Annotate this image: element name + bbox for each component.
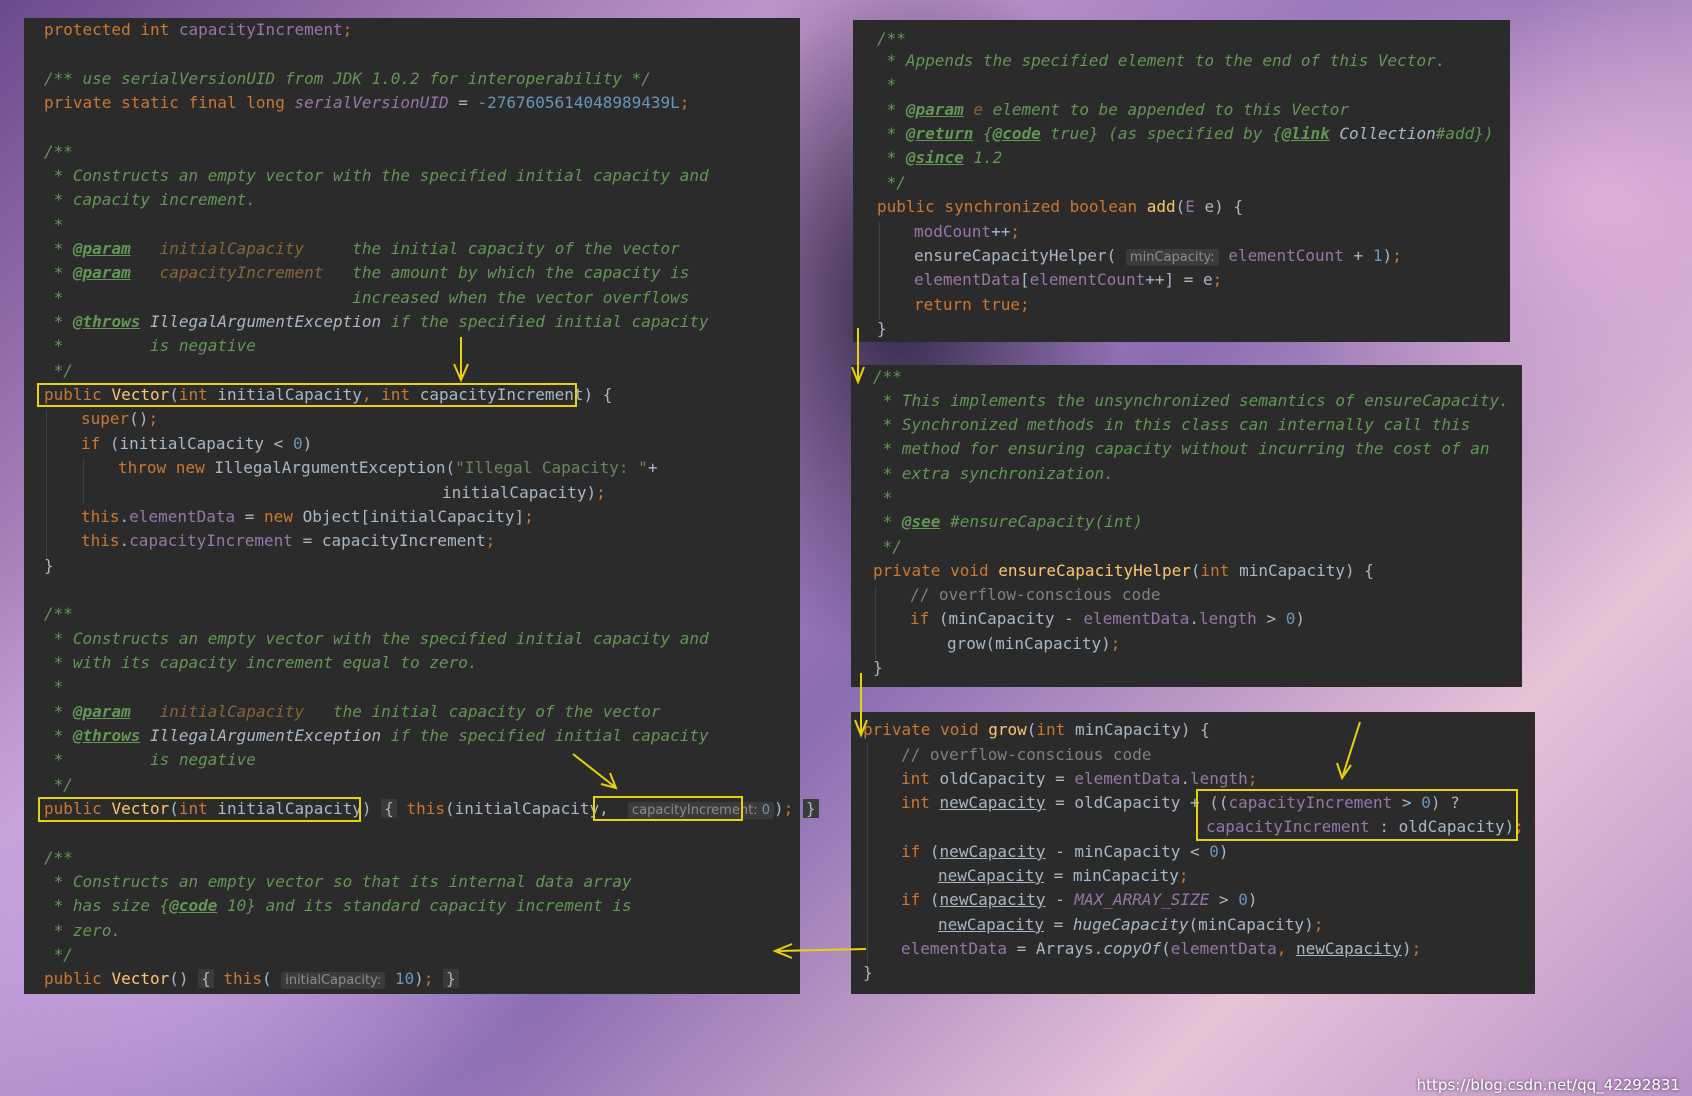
code-line: } <box>873 658 883 677</box>
code-line: * This implements the unsynchronized sem… <box>873 391 1509 410</box>
code-line: int oldCapacity = elementData.length; <box>901 769 1258 788</box>
code-panel-add: /** * Appends the specified element to t… <box>853 20 1510 342</box>
code-line: /** <box>877 29 906 48</box>
code-line: */ <box>873 537 902 556</box>
code-line: private static final long serialVersionU… <box>44 93 690 112</box>
code-line: if (minCapacity - elementData.length > 0… <box>910 609 1305 628</box>
code-line: * @throws IllegalArgumentException if th… <box>44 726 709 745</box>
code-line: throw new IllegalArgumentException("Ille… <box>118 458 658 477</box>
code-line: /** <box>873 367 902 386</box>
code-panel-ensure-capacity: /** * This implements the unsynchronized… <box>851 365 1522 687</box>
code-line: /** <box>44 142 73 161</box>
code-line: * <box>873 488 893 507</box>
highlight-box-ctor1 <box>37 383 577 407</box>
code-line: */ <box>44 361 73 380</box>
code-line: * @param initialCapacity the initial cap… <box>44 702 661 721</box>
code-line: } <box>44 556 54 575</box>
code-line: if (newCapacity - MAX_ARRAY_SIZE > 0) <box>901 890 1258 909</box>
highlight-box-hint <box>593 796 743 821</box>
ensure-signature: private void ensureCapacityHelper(int mi… <box>873 561 1374 580</box>
highlight-box-ctor2 <box>38 797 361 822</box>
code-line: * Constructs an empty vector with the sp… <box>44 629 709 648</box>
code-line: if (newCapacity - minCapacity < 0) <box>901 842 1229 861</box>
code-line: * increased when the vector overflows <box>44 288 690 307</box>
code-line: this.capacityIncrement = capacityIncreme… <box>81 531 496 550</box>
ctor3-signature: public Vector() { this( initialCapacity:… <box>44 967 459 991</box>
parameter-hint: initialCapacity: <box>281 972 386 989</box>
code-line: * capacity increment. <box>44 190 256 209</box>
code-line: // overflow-conscious code <box>910 585 1161 604</box>
code-line: /** <box>44 604 73 623</box>
watermark: https://blog.csdn.net/qq_42292831 <box>1416 1076 1680 1094</box>
code-line: * extra synchronization. <box>873 464 1114 483</box>
code-line: } <box>863 963 873 982</box>
code-line: super(); <box>81 409 159 428</box>
indent-guide <box>879 222 880 320</box>
code-line: modCount++; <box>914 222 1020 241</box>
code-line: initialCapacity); <box>442 483 606 502</box>
code-line: if (initialCapacity < 0) <box>81 434 313 453</box>
highlight-box-ternary <box>1196 789 1518 841</box>
code-line: * @param capacityIncrement the amount by… <box>44 263 690 282</box>
code-line: * <box>877 75 897 94</box>
code-line: * method for ensuring capacity without i… <box>873 439 1490 458</box>
add-signature: public synchronized boolean add(E e) { <box>877 197 1244 216</box>
code-line: */ <box>877 173 906 192</box>
parameter-hint: minCapacity: <box>1125 249 1219 266</box>
indent-guide <box>875 586 876 660</box>
grow-signature: private void grow(int minCapacity) { <box>863 720 1210 739</box>
code-line: * @since 1.2 <box>877 148 1003 167</box>
code-line: /** use serialVersionUID from JDK 1.0.2 … <box>44 69 651 88</box>
indent-guide <box>83 458 84 504</box>
code-line: * is negative <box>44 750 256 769</box>
code-line: return true; <box>914 295 1030 314</box>
code-line: elementData[elementCount++] = e; <box>914 270 1223 289</box>
code-line: elementData = Arrays.copyOf(elementData,… <box>901 939 1422 958</box>
code-line: * has size {@code 10} and its standard c… <box>44 896 632 915</box>
code-line: this.elementData = new Object[initialCap… <box>81 507 534 526</box>
code-line: * with its capacity increment equal to z… <box>44 653 478 672</box>
code-line: * is negative <box>44 336 256 355</box>
code-line: * @throws IllegalArgumentException if th… <box>44 312 709 331</box>
code-line: */ <box>44 775 73 794</box>
code-line: newCapacity = minCapacity; <box>938 866 1189 885</box>
code-line: * <box>44 215 64 234</box>
code-line: } <box>877 319 887 338</box>
code-line: * @return {@code true} (as specified by … <box>877 124 1494 143</box>
code-line: /** <box>44 848 73 867</box>
code-line: * Constructs an empty vector so that its… <box>44 872 632 891</box>
code-line: * Appends the specified element to the e… <box>877 51 1446 70</box>
indent-guide <box>46 410 47 560</box>
indent-guide <box>867 744 868 964</box>
code-line: ensureCapacityHelper( minCapacity: eleme… <box>914 246 1402 266</box>
code-line: * @param initialCapacity the initial cap… <box>44 239 680 258</box>
code-line: * Constructs an empty vector with the sp… <box>44 166 709 185</box>
code-panel-grow: private void grow(int minCapacity) { // … <box>851 712 1535 994</box>
code-panel-constructors: protected int capacityIncrement; /** use… <box>24 18 819 994</box>
code-line: * @see #ensureCapacity(int) <box>873 512 1143 531</box>
code-line: * @param e element to be appended to thi… <box>877 100 1350 119</box>
code-line: * Synchronized methods in this class can… <box>873 415 1471 434</box>
code-line: grow(minCapacity); <box>947 634 1121 653</box>
code-line: newCapacity = hugeCapacity(minCapacity); <box>938 915 1324 934</box>
code-line: protected int capacityIncrement; <box>44 20 353 39</box>
code-line: * <box>44 677 64 696</box>
code-line: * zero. <box>44 921 122 940</box>
code-line: */ <box>44 945 73 964</box>
code-line: // overflow-conscious code <box>901 745 1152 764</box>
